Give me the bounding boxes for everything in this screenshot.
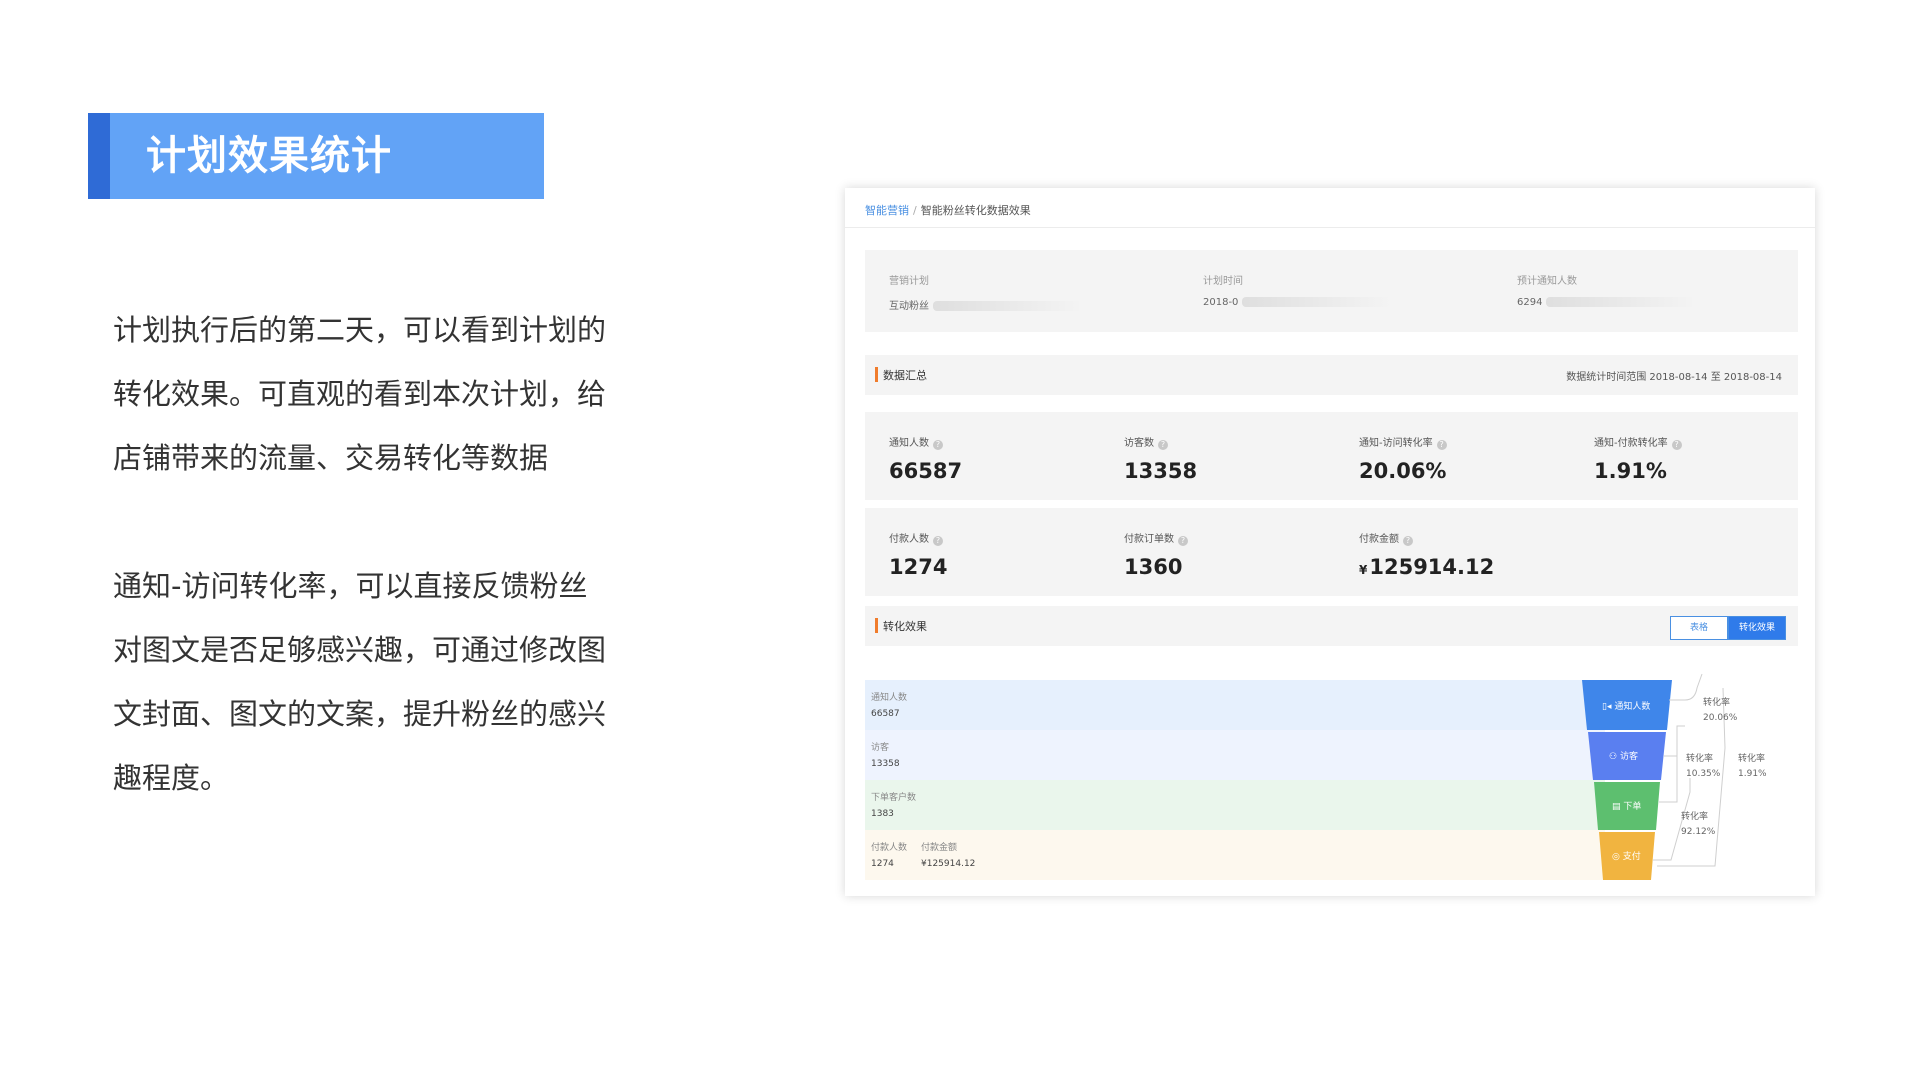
rate-order-pay: 转化率 92.12% — [1681, 812, 1716, 837]
paragraph-line: 文封面、图文的文案，提升粉丝的感兴 — [113, 697, 607, 731]
funnel-stage-pay: ◎ 支付 — [1612, 852, 1641, 862]
title-accent-bar — [88, 113, 110, 199]
rate-visit-order: 转化率 10.35% — [1686, 754, 1721, 779]
paragraph-line: 店铺带来的流量、交易转化等数据 — [113, 441, 549, 475]
rate-connector — [1669, 673, 1703, 701]
megaphone-icon: ▯◂ — [1602, 702, 1615, 712]
rate-notify-visit: 转化率 20.06% — [1703, 698, 1738, 723]
description-paragraph-1: 计划执行后的第二天，可以看到计划的 转化效果。可直观的看到本次计划，给 店铺带来… — [113, 298, 673, 490]
app-screenshot: 智能营销 / 智能粉丝转化数据效果 营销计划 互动粉丝 计划时间 2018-0 预计… — [845, 188, 1815, 896]
conversion-funnel — [1582, 673, 1726, 880]
description-paragraph-2: 通知-访问转化率，可以直接反馈粉丝 对图文是否足够感兴趣，可通过修改图 文封面、… — [113, 554, 673, 810]
funnel-stage-visitor: ⚇ 访客 — [1609, 752, 1638, 762]
users-icon: ⚇ — [1609, 752, 1620, 762]
clipboard-icon: ▤ — [1612, 802, 1624, 812]
slide-title-banner: 计划效果统计 — [88, 113, 544, 199]
slide-title: 计划效果统计 — [146, 133, 392, 179]
funnel-stage-order: ▤ 下单 — [1612, 802, 1642, 812]
paragraph-line: 转化效果。可直观的看到本次计划，给 — [113, 377, 607, 411]
funnel-stage-notify: ▯◂ 通知人数 — [1602, 702, 1651, 712]
paragraph-line: 趣程度。 — [113, 761, 230, 795]
rate-notify-pay: 转化率 1.91% — [1738, 754, 1767, 779]
wallet-icon: ◎ — [1612, 852, 1623, 862]
paragraph-line: 对图文是否足够感兴趣，可通过修改图 — [113, 633, 607, 667]
paragraph-line: 计划执行后的第二天，可以看到计划的 — [113, 313, 607, 347]
paragraph-line: 通知-访问转化率，可以直接反馈粉丝 — [113, 569, 588, 603]
